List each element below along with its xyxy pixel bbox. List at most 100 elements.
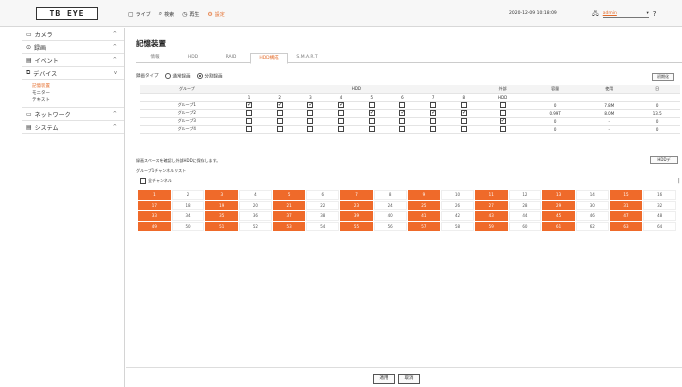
channel-cell[interactable]: 52 bbox=[239, 221, 272, 231]
channel-cell[interactable]: 17 bbox=[138, 200, 171, 210]
channel-cell[interactable]: 43 bbox=[474, 211, 508, 221]
sidebar-item[interactable]: 記憶装置 bbox=[32, 83, 124, 90]
channel-cell[interactable]: 32 bbox=[643, 200, 676, 210]
hdd-checkbox[interactable] bbox=[399, 126, 406, 132]
hdd-checkbox[interactable] bbox=[307, 110, 314, 116]
channel-cell[interactable]: 19 bbox=[205, 200, 239, 210]
channel-cell[interactable]: 57 bbox=[407, 221, 441, 231]
external-checkbox[interactable] bbox=[499, 102, 506, 108]
help-icon[interactable]: ? bbox=[653, 10, 657, 18]
hdd-checkbox[interactable] bbox=[430, 102, 437, 108]
hdd-checkbox[interactable] bbox=[246, 126, 253, 132]
channel-cell[interactable]: 47 bbox=[609, 211, 643, 221]
hdd-checkbox[interactable] bbox=[430, 118, 437, 124]
channel-cell[interactable]: 36 bbox=[239, 211, 272, 221]
channel-cell[interactable]: 60 bbox=[508, 221, 542, 231]
channel-cell[interactable]: 51 bbox=[205, 221, 239, 231]
channel-cell[interactable]: 28 bbox=[508, 200, 542, 210]
hdd-checkbox[interactable] bbox=[338, 101, 344, 109]
sidebar-group[interactable]: ▤ システム ^ bbox=[22, 121, 124, 134]
hdd-checkbox[interactable] bbox=[460, 109, 467, 117]
hdd-checkbox[interactable] bbox=[368, 102, 375, 108]
hdd-checkbox[interactable] bbox=[460, 126, 467, 132]
hdd-checkbox[interactable] bbox=[430, 109, 436, 117]
hdd-checkbox[interactable] bbox=[460, 102, 467, 108]
channel-cell[interactable]: 22 bbox=[306, 200, 340, 210]
initialize-button[interactable]: 初期化 bbox=[652, 73, 674, 81]
channel-cell[interactable]: 5 bbox=[272, 190, 306, 200]
hdd-checkbox[interactable] bbox=[307, 118, 314, 124]
channel-cell[interactable]: 45 bbox=[542, 211, 575, 221]
hdd-button[interactable]: HDDデ bbox=[650, 156, 678, 164]
channel-cell[interactable]: 3 bbox=[205, 190, 239, 200]
channel-cell[interactable]: 39 bbox=[340, 211, 373, 221]
hdd-checkbox[interactable] bbox=[338, 126, 345, 132]
hdd-checkbox[interactable] bbox=[276, 101, 283, 109]
channel-cell[interactable]: 48 bbox=[643, 211, 676, 221]
top-nav-search[interactable]: ⌕ 検索 bbox=[159, 10, 174, 18]
hdd-checkbox[interactable] bbox=[276, 118, 283, 124]
channel-cell[interactable]: 7 bbox=[340, 190, 373, 200]
channel-cell[interactable]: 50 bbox=[171, 221, 205, 231]
channel-cell[interactable]: 21 bbox=[272, 200, 306, 210]
computer-icon[interactable]: 🖧 bbox=[592, 9, 599, 19]
hdd-checkbox[interactable] bbox=[246, 110, 253, 116]
sidebar-item[interactable]: テキスト bbox=[32, 97, 124, 104]
channel-cell[interactable]: 59 bbox=[474, 221, 508, 231]
channel-cell[interactable]: 11 bbox=[474, 190, 508, 200]
channel-cell[interactable]: 23 bbox=[340, 200, 373, 210]
tab[interactable]: 情報 bbox=[136, 53, 174, 62]
channel-cell[interactable]: 31 bbox=[609, 200, 643, 210]
hdd-checkbox[interactable] bbox=[399, 102, 406, 108]
channel-cell[interactable]: 42 bbox=[441, 211, 474, 221]
channel-cell[interactable]: 54 bbox=[306, 221, 340, 231]
channel-cell[interactable]: 27 bbox=[474, 200, 508, 210]
sidebar-group[interactable]: ▭ カメラ ^ bbox=[22, 28, 124, 41]
hdd-checkbox[interactable] bbox=[276, 126, 283, 132]
user-dropdown[interactable]: admin ▾ bbox=[602, 10, 649, 18]
channel-cell[interactable]: 16 bbox=[643, 190, 676, 200]
sidebar-item[interactable]: モニター bbox=[32, 90, 124, 97]
channel-cell[interactable]: 58 bbox=[441, 221, 474, 231]
hdd-checkbox[interactable] bbox=[368, 109, 375, 117]
channel-cell[interactable]: 30 bbox=[575, 200, 609, 210]
channel-cell[interactable]: 14 bbox=[575, 190, 609, 200]
channel-cell[interactable]: 56 bbox=[373, 221, 407, 231]
channel-cell[interactable]: 41 bbox=[407, 211, 441, 221]
apply-button[interactable]: 適用 bbox=[373, 374, 395, 384]
external-checkbox[interactable] bbox=[499, 126, 506, 132]
channel-cell[interactable]: 18 bbox=[171, 200, 205, 210]
channel-cell[interactable]: 40 bbox=[373, 211, 407, 221]
tab[interactable]: S.M.A.R.T bbox=[288, 53, 326, 62]
channel-cell[interactable]: 37 bbox=[272, 211, 306, 221]
sidebar-group[interactable]: ⧉ デバイス v bbox=[22, 67, 124, 80]
channel-cell[interactable]: 15 bbox=[609, 190, 643, 200]
channel-cell[interactable]: 62 bbox=[575, 221, 609, 231]
channel-cell[interactable]: 4 bbox=[239, 190, 272, 200]
channel-cell[interactable]: 26 bbox=[441, 200, 474, 210]
sidebar-group[interactable]: ▤ イベント ^ bbox=[22, 54, 124, 67]
channel-cell[interactable]: 12 bbox=[508, 190, 542, 200]
channel-cell[interactable]: 6 bbox=[306, 190, 340, 200]
channel-cell[interactable]: 53 bbox=[272, 221, 306, 231]
channel-cell[interactable]: 10 bbox=[441, 190, 474, 200]
all-channels-checkbox[interactable]: 全チャンネル bbox=[140, 178, 172, 184]
channel-cell[interactable]: 13 bbox=[542, 190, 575, 200]
hdd-checkbox[interactable] bbox=[460, 118, 467, 124]
sidebar-group[interactable]: ▭ ネットワーク ^ bbox=[22, 108, 124, 121]
channel-cell[interactable]: 38 bbox=[306, 211, 340, 221]
channel-cell[interactable]: 20 bbox=[239, 200, 272, 210]
channel-cell[interactable]: 34 bbox=[171, 211, 205, 221]
channel-cell[interactable]: 44 bbox=[508, 211, 542, 221]
channel-cell[interactable]: 29 bbox=[542, 200, 575, 210]
hdd-checkbox[interactable] bbox=[399, 118, 406, 124]
channel-cell[interactable]: 63 bbox=[609, 221, 643, 231]
sidebar-group[interactable]: ⊙ 録画 ^ bbox=[22, 41, 124, 54]
channel-cell[interactable]: 46 bbox=[575, 211, 609, 221]
hdd-checkbox[interactable] bbox=[307, 101, 313, 109]
external-checkbox[interactable] bbox=[499, 110, 506, 116]
tab[interactable]: HDD構成 bbox=[250, 53, 288, 64]
channel-cell[interactable]: 9 bbox=[407, 190, 441, 200]
hdd-checkbox[interactable] bbox=[246, 101, 252, 109]
hdd-checkbox[interactable] bbox=[276, 110, 283, 116]
